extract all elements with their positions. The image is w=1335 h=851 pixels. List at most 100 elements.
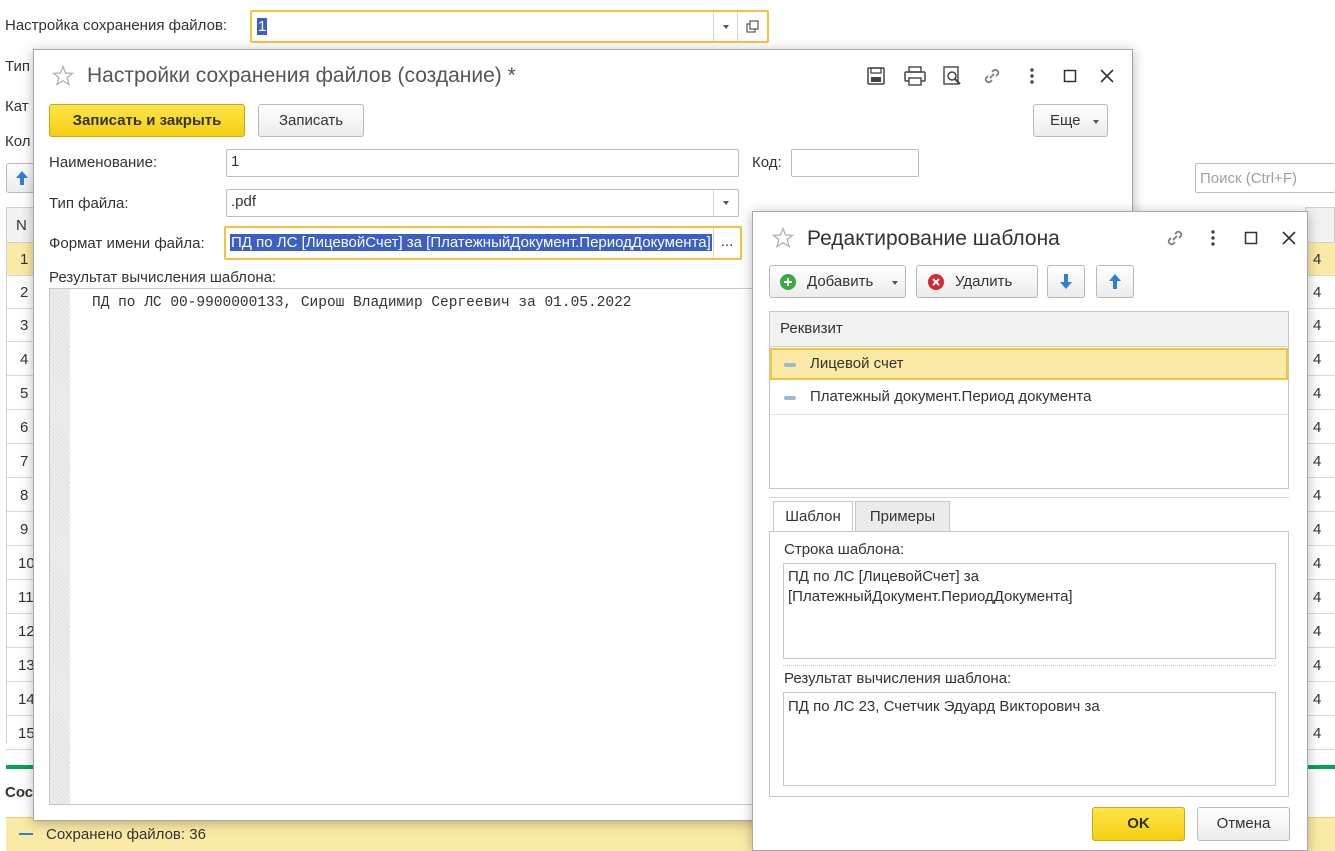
- setting-label: Настройка сохранения файлов:: [5, 17, 228, 34]
- divider: [783, 665, 1276, 666]
- delete-button[interactable]: Удалить: [916, 265, 1038, 298]
- chevron-down-icon[interactable]: [713, 190, 738, 216]
- result-value: ПД по ЛС 00-9900000133, Сирош Владимир С…: [92, 295, 632, 311]
- attribute-list: Реквизит Лицевой счет Платежный документ…: [769, 311, 1289, 489]
- table-row[interactable]: 2: [6, 276, 34, 309]
- save-and-close-button[interactable]: Записать и закрыть: [49, 104, 245, 137]
- table-row[interactable]: 7: [6, 445, 34, 478]
- setting-select[interactable]: 1: [250, 10, 769, 43]
- search-input[interactable]: Поиск (Ctrl+F): [1195, 163, 1335, 193]
- select-ellipsis-button[interactable]: ...: [713, 228, 740, 258]
- table-cell: 4: [1305, 479, 1335, 512]
- code-label: Код:: [752, 154, 782, 171]
- open-icon[interactable]: [737, 12, 767, 41]
- template-result-label: Результат вычисления шаблона:: [784, 670, 1012, 687]
- text-gutter: [50, 289, 70, 804]
- table-header-right: [1305, 207, 1335, 243]
- maximize-icon[interactable]: [1244, 231, 1258, 245]
- table-row[interactable]: 15: [6, 717, 35, 750]
- more-vertical-icon[interactable]: [1210, 229, 1216, 247]
- cut-label-category: Кат: [5, 98, 29, 115]
- template-string-line2: [ПлатежныйДокумент.ПериодДокумента]: [788, 588, 1073, 605]
- name-input[interactable]: 1: [226, 149, 739, 177]
- more-vertical-icon[interactable]: [1029, 67, 1035, 85]
- plus-circle-icon: [780, 274, 796, 290]
- table-cell: 4: [1305, 445, 1335, 478]
- move-down-button[interactable]: [1047, 265, 1085, 298]
- close-icon[interactable]: [1099, 68, 1115, 84]
- format-input[interactable]: ПД по ЛС [ЛицевойСчет] за [ПлатежныйДоку…: [224, 226, 742, 260]
- print-icon[interactable]: [904, 66, 926, 86]
- filetype-label: Тип файла:: [49, 195, 129, 212]
- save-icon[interactable]: [866, 66, 886, 86]
- preview-icon[interactable]: [942, 66, 962, 86]
- name-label: Наименование:: [49, 154, 158, 171]
- link-icon[interactable]: [1165, 228, 1185, 248]
- link-icon[interactable]: [982, 66, 1002, 86]
- more-label: Еще: [1050, 112, 1081, 129]
- maximize-icon[interactable]: [1063, 69, 1077, 83]
- arrow-up-icon: [1109, 274, 1121, 289]
- cancel-button[interactable]: Отмена: [1197, 807, 1290, 841]
- tab-template[interactable]: Шаблон: [773, 501, 853, 532]
- star-icon[interactable]: [52, 65, 74, 87]
- move-up-button[interactable]: [6, 163, 36, 193]
- table-cell: 4: [1305, 615, 1335, 648]
- name-value: 1: [231, 153, 240, 170]
- table-cell: 4: [1305, 343, 1335, 376]
- template-string-textarea[interactable]: ПД по ЛС [ЛицевойСчет] за [ПлатежныйДоку…: [783, 563, 1276, 659]
- filetype-value: .pdf: [231, 193, 257, 210]
- template-result-textarea[interactable]: ПД по ЛС 23, Счетчик Эдуард Викторович з…: [783, 692, 1276, 786]
- table-row[interactable]: 6: [6, 411, 34, 444]
- table-cell: 4: [1305, 276, 1335, 309]
- column-header-attribute: Реквизит: [780, 320, 843, 337]
- filetype-select[interactable]: .pdf: [226, 189, 739, 217]
- table-header-n: N: [16, 217, 27, 234]
- saved-status-text: Сохранено файлов: 36: [46, 826, 206, 843]
- table-row[interactable]: 1: [6, 243, 34, 276]
- table-cell: 4: [1305, 411, 1335, 444]
- divider: [769, 497, 1289, 498]
- table-header: N: [6, 207, 34, 243]
- table-row[interactable]: 11: [6, 581, 34, 614]
- list-header: Реквизит: [770, 312, 1288, 347]
- cut-label-count: Кол: [5, 133, 31, 150]
- table-cell: 4: [1305, 243, 1335, 276]
- code-input[interactable]: [791, 149, 919, 177]
- table-row[interactable]: 13: [6, 649, 35, 682]
- table-row[interactable]: 9: [6, 513, 34, 546]
- table-row[interactable]: 5: [6, 377, 34, 410]
- move-up-button[interactable]: [1096, 265, 1134, 298]
- table-row[interactable]: 8: [6, 479, 34, 512]
- field-icon: [784, 363, 796, 367]
- status-divider-right: [1305, 765, 1335, 769]
- delete-label: Удалить: [955, 273, 1013, 290]
- template-dialog-title: Редактирование шаблона: [807, 227, 1060, 250]
- ok-button[interactable]: OK: [1092, 807, 1185, 841]
- table-row[interactable]: 12: [6, 615, 35, 648]
- table-row[interactable]: 3: [6, 309, 34, 342]
- table-cell: 4: [1305, 717, 1335, 750]
- table-cell: 4: [1305, 581, 1335, 614]
- star-icon[interactable]: [772, 227, 794, 249]
- list-item[interactable]: Лицевой счет: [770, 348, 1288, 380]
- section-cut-label: Сос: [5, 784, 34, 801]
- table-row[interactable]: 14: [6, 683, 35, 716]
- chevron-down-icon[interactable]: [713, 12, 738, 41]
- table-row[interactable]: 10: [6, 547, 35, 580]
- template-string-line1: ПД по ЛС [ЛицевойСчет] за: [788, 568, 980, 585]
- setting-value: 1: [257, 18, 268, 35]
- table-row[interactable]: 4: [6, 343, 34, 376]
- search-placeholder: Поиск (Ctrl+F): [1200, 170, 1297, 187]
- list-item-label: Платежный документ.Период документа: [810, 388, 1092, 405]
- save-button[interactable]: Записать: [258, 104, 364, 137]
- minus-icon: [19, 833, 33, 835]
- add-button[interactable]: Добавить: [769, 265, 906, 298]
- more-menu-button[interactable]: Еще: [1033, 104, 1108, 137]
- list-item[interactable]: Платежный документ.Период документа: [770, 381, 1288, 415]
- format-value: ПД по ЛС [ЛицевойСчет] за [ПлатежныйДоку…: [230, 234, 712, 251]
- tab-examples[interactable]: Примеры: [855, 501, 950, 531]
- close-icon[interactable]: [1281, 230, 1297, 246]
- table-cell: 4: [1305, 649, 1335, 682]
- list-item-label: Лицевой счет: [810, 355, 904, 372]
